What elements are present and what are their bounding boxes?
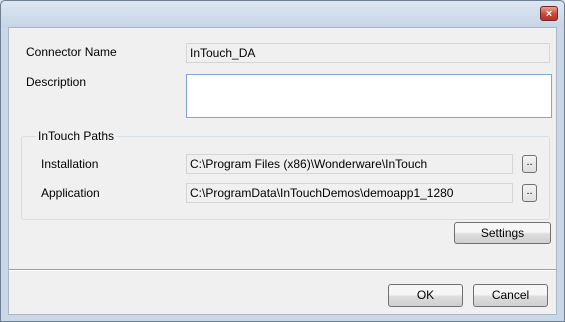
cancel-button[interactable]: Cancel (473, 284, 548, 307)
application-label: Application (41, 186, 100, 200)
application-path-field: C:\ProgramData\InTouchDemos\demoapp1_128… (186, 183, 513, 203)
connector-name-field: InTouch_DA (186, 43, 550, 63)
dialog-window: × Connector Name InTouch_DA Description … (0, 0, 565, 322)
dialog-content: Connector Name InTouch_DA Description In… (8, 27, 557, 315)
installation-path-field: C:\Program Files (x86)\Wonderware\InTouc… (186, 154, 513, 174)
application-browse-button[interactable]: .. (522, 184, 537, 202)
description-input[interactable] (186, 74, 552, 118)
close-icon: × (545, 8, 553, 20)
title-bar: × (1, 1, 564, 27)
installation-label: Installation (41, 157, 99, 171)
close-button[interactable]: × (540, 6, 558, 21)
connector-name-label: Connector Name (26, 45, 117, 59)
intouch-paths-title: InTouch Paths (36, 129, 117, 143)
ok-button[interactable]: OK (388, 284, 463, 307)
installation-browse-button[interactable]: .. (522, 155, 537, 173)
intouch-paths-group (21, 136, 550, 220)
settings-button[interactable]: Settings (454, 222, 551, 244)
footer-divider (9, 269, 556, 271)
description-label: Description (26, 75, 87, 89)
